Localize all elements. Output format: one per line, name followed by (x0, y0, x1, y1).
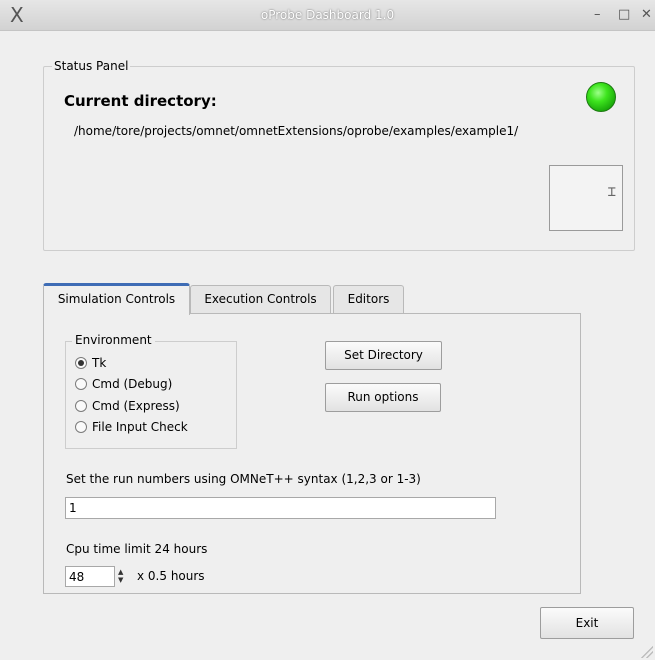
run-numbers-label: Set the run numbers using OMNeT++ syntax… (66, 472, 421, 486)
status-led-icon (586, 82, 616, 112)
window-title: oProbe Dashboard 1.0 (260, 8, 395, 22)
minimize-button[interactable]: – (594, 7, 601, 22)
radio-indicator[interactable] (75, 421, 87, 433)
cpu-limit-input[interactable]: 48 (65, 566, 115, 587)
stepper-up-icon[interactable]: ▲ (118, 569, 123, 576)
radio-label: Cmd (Debug) (92, 377, 173, 391)
tab-editors[interactable]: Editors (333, 285, 404, 313)
set-directory-button[interactable]: Set Directory (325, 341, 442, 370)
radio-indicator[interactable] (75, 400, 87, 412)
environment-legend: Environment (72, 333, 155, 347)
status-panel-legend: Status Panel (52, 59, 131, 73)
exit-button[interactable]: Exit (540, 607, 634, 639)
cpu-limit-stepper[interactable]: ▲ ▼ (115, 566, 129, 587)
radio-cmd-debug[interactable]: Cmd (Debug) (75, 375, 172, 393)
title-bar: X oProbe Dashboard 1.0 – □ ✕ (0, 0, 655, 31)
status-thumbnail: ⌶ (549, 165, 623, 231)
run-numbers-input[interactable]: 1 (65, 497, 496, 519)
close-button[interactable]: ✕ (641, 7, 652, 22)
thumbnail-glyph-icon: ⌶ (607, 184, 616, 200)
stepper-down-icon[interactable]: ▼ (118, 577, 123, 584)
radio-tk[interactable]: Tk (75, 354, 106, 372)
current-directory-label: Current directory: (64, 92, 217, 110)
radio-file-input-check[interactable]: File Input Check (75, 418, 188, 436)
radio-label: File Input Check (92, 420, 188, 434)
resize-grip-icon[interactable] (641, 646, 653, 658)
maximize-button[interactable]: □ (618, 7, 630, 22)
radio-indicator-selected[interactable] (75, 357, 87, 369)
radio-label: Cmd (Express) (92, 399, 180, 413)
directory-path: /home/tore/projects/omnet/omnetExtension… (74, 124, 519, 138)
radio-label: Tk (92, 356, 107, 370)
radio-indicator[interactable] (75, 378, 87, 390)
tab-simulation-controls[interactable]: Simulation Controls (43, 283, 190, 315)
cpu-limit-label: Cpu time limit 24 hours (66, 542, 208, 556)
cpu-limit-suffix: x 0.5 hours (137, 569, 205, 583)
run-options-button[interactable]: Run options (325, 383, 441, 412)
tab-execution-controls[interactable]: Execution Controls (190, 285, 331, 313)
radio-cmd-express[interactable]: Cmd (Express) (75, 397, 180, 415)
